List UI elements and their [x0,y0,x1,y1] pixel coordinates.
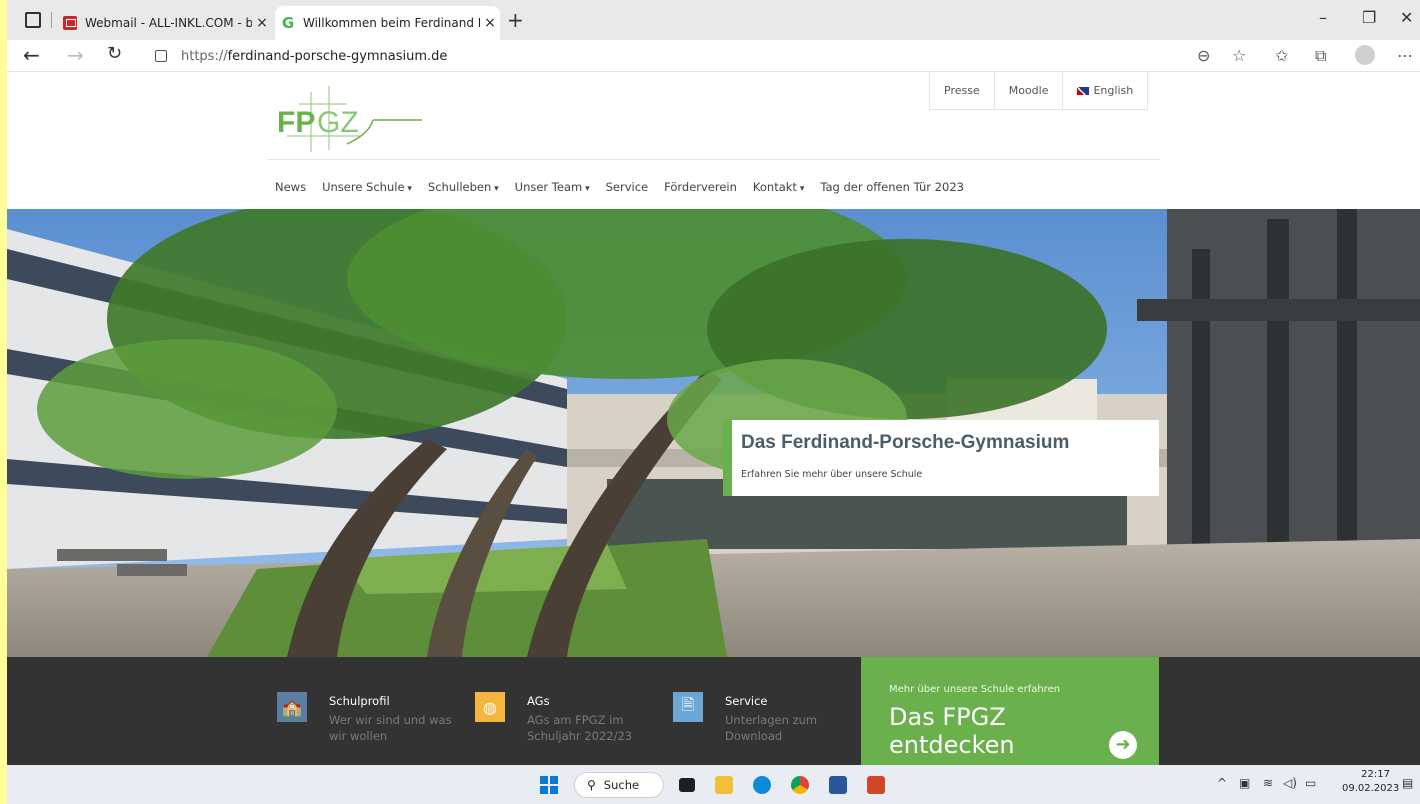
feature-description: Unterlagen zum Download [725,713,818,743]
tab-close-icon[interactable]: × [480,15,500,31]
hero-caption[interactable]: Das Ferdinand-Porsche-Gymnasium Erfahren… [723,420,1159,496]
school-building-icon: 🏫 [277,692,307,722]
back-arrow-icon[interactable]: ← [23,43,40,67]
feature-description: Wer wir sind und was wir wollen [329,713,452,743]
arrow-right-icon[interactable]: ➜ [1109,731,1137,759]
tray-chevron-icon[interactable]: ^ [1217,776,1227,790]
tab-fpgz[interactable]: G Willkommen beim Ferdinand Por × [275,6,500,40]
url-host: ferdinand-porsche-gymnasium.de [227,48,448,64]
feature-title: Service [725,694,768,708]
reload-icon[interactable]: ↻ [107,43,122,64]
profile-icon[interactable] [1355,45,1375,65]
link-presse[interactable]: Presse [930,72,994,109]
chrome-icon[interactable] [791,776,809,794]
tab-label: Webmail - ALL-INKL.COM - bc@ [85,16,252,30]
clock[interactable]: 22:17 09.02.2023 [1342,768,1400,796]
webmail-favicon-icon [63,16,77,30]
nav-news[interactable]: News [275,180,306,194]
file-explorer-icon[interactable] [715,776,733,794]
link-english[interactable]: English [1062,72,1147,109]
add-favorite-icon[interactable]: ☆ [1232,46,1246,65]
taskbar-search[interactable]: ⚲ Suche [574,772,664,798]
word-icon[interactable] [829,776,847,794]
collections-icon[interactable]: ⧉ [1315,46,1326,66]
powerpoint-icon[interactable] [867,776,885,794]
url-field[interactable]: https:// ferdinand-porsche-gymnasium.de [147,44,1207,68]
url-prefix: https:// [181,48,228,64]
notification-icon[interactable]: ▤ [1402,776,1413,790]
search-icon: ⚲ [587,778,596,792]
link-english-label: English [1093,84,1134,97]
task-view-icon[interactable] [679,778,695,792]
windows-start-icon[interactable] [540,776,558,794]
tab-close-icon[interactable]: × [252,15,272,31]
feature-title: Schulprofil [329,694,390,708]
feature-ags[interactable]: ◍ AGs AGs am FPGZ im Schuljahr 2022/23 [475,692,665,752]
volume-icon[interactable]: ◁) [1283,776,1297,790]
basketball-icon: ◍ [475,692,505,722]
feature-band: 🏫 Schulprofil Wer wir sind und was wir w… [7,657,1420,765]
tray-app-icon[interactable]: ▣ [1239,776,1250,790]
nav-service[interactable]: Service [606,180,649,194]
wifi-icon[interactable]: ≋ [1263,776,1273,790]
taskbar: ⚲ Suche ^ ▣ ≋ ◁) ▭ 22:17 09.02.2023 ▤ [7,765,1420,804]
tab-actions-icon[interactable] [25,12,41,28]
browser-window: Webmail - ALL-INKL.COM - bc@ × G Willkom… [7,0,1420,804]
nav-unser-team[interactable]: Unser Team [515,180,590,194]
cta-box[interactable]: Mehr über unsere Schule erfahren Das FPG… [861,657,1159,765]
lock-icon[interactable] [155,50,167,62]
tab-label: Willkommen beim Ferdinand Por [303,16,480,30]
new-tab-button[interactable]: + [507,8,524,32]
hero-heading: Das Ferdinand-Porsche-Gymnasium [741,432,1070,453]
nav-unsere-schule[interactable]: Unsere Schule [322,180,412,194]
hero-image [7,209,1420,657]
link-moodle[interactable]: Moodle [993,72,1063,109]
nav-tag-der-offenen-tuer[interactable]: Tag der offenen Tür 2023 [820,180,964,194]
feature-title: AGs [527,694,550,708]
fpgz-logo[interactable]: FP GZ [277,84,427,154]
site-favicon-icon: G [281,14,295,32]
main-navigation: News Unsere Schule Schulleben Unser Team… [275,180,964,194]
nav-foerderverein[interactable]: Förderverein [664,180,737,194]
feature-schulprofil[interactable]: 🏫 Schulprofil Wer wir sind und was wir w… [277,692,467,752]
tab-webmail[interactable]: Webmail - ALL-INKL.COM - bc@ × [57,6,272,40]
svg-text:GZ: GZ [317,106,359,139]
tab-strip: Webmail - ALL-INKL.COM - bc@ × G Willkom… [7,0,1420,40]
svg-text:FP: FP [277,106,315,139]
feature-service[interactable]: 🗎 Service Unterlagen zum Download [673,692,863,752]
minimize-button[interactable]: – [1319,8,1327,27]
document-search-icon: 🗎 [673,692,703,722]
feature-description: AGs am FPGZ im Schuljahr 2022/23 [527,713,633,743]
nav-kontakt[interactable]: Kontakt [753,180,804,194]
favorites-icon[interactable]: ✩ [1275,46,1288,65]
more-icon[interactable]: ⋯ [1397,46,1413,65]
tabstrip-divider [51,12,52,28]
restore-button[interactable]: ❐ [1362,8,1376,27]
uk-flag-icon [1077,86,1090,95]
close-window-button[interactable]: ✕ [1400,8,1413,27]
taskbar-search-label: Suche [603,778,640,792]
address-bar-row: ← → ↻ https:// ferdinand-porsche-gymnasi… [7,40,1420,72]
cta-text: Das FPGZ entdecken [889,703,1015,759]
zoom-out-icon[interactable]: ⊖ [1197,46,1210,65]
top-links: Presse Moodle English [929,72,1149,110]
battery-icon[interactable]: ▭ [1305,776,1316,790]
clock-date: 09.02.2023 [1342,783,1400,794]
edge-browser-icon[interactable] [753,776,771,794]
web-page: Presse Moodle English FP GZ News Unsere … [7,72,1420,765]
header-divider [267,159,1160,160]
cta-kicker: Mehr über unsere Schule erfahren [889,684,1061,695]
clock-time: 22:17 [1361,769,1390,780]
nav-schulleben[interactable]: Schulleben [428,180,499,194]
hero-subheading: Erfahren Sie mehr über unsere Schule [741,469,923,480]
forward-arrow-icon[interactable]: → [67,43,84,67]
